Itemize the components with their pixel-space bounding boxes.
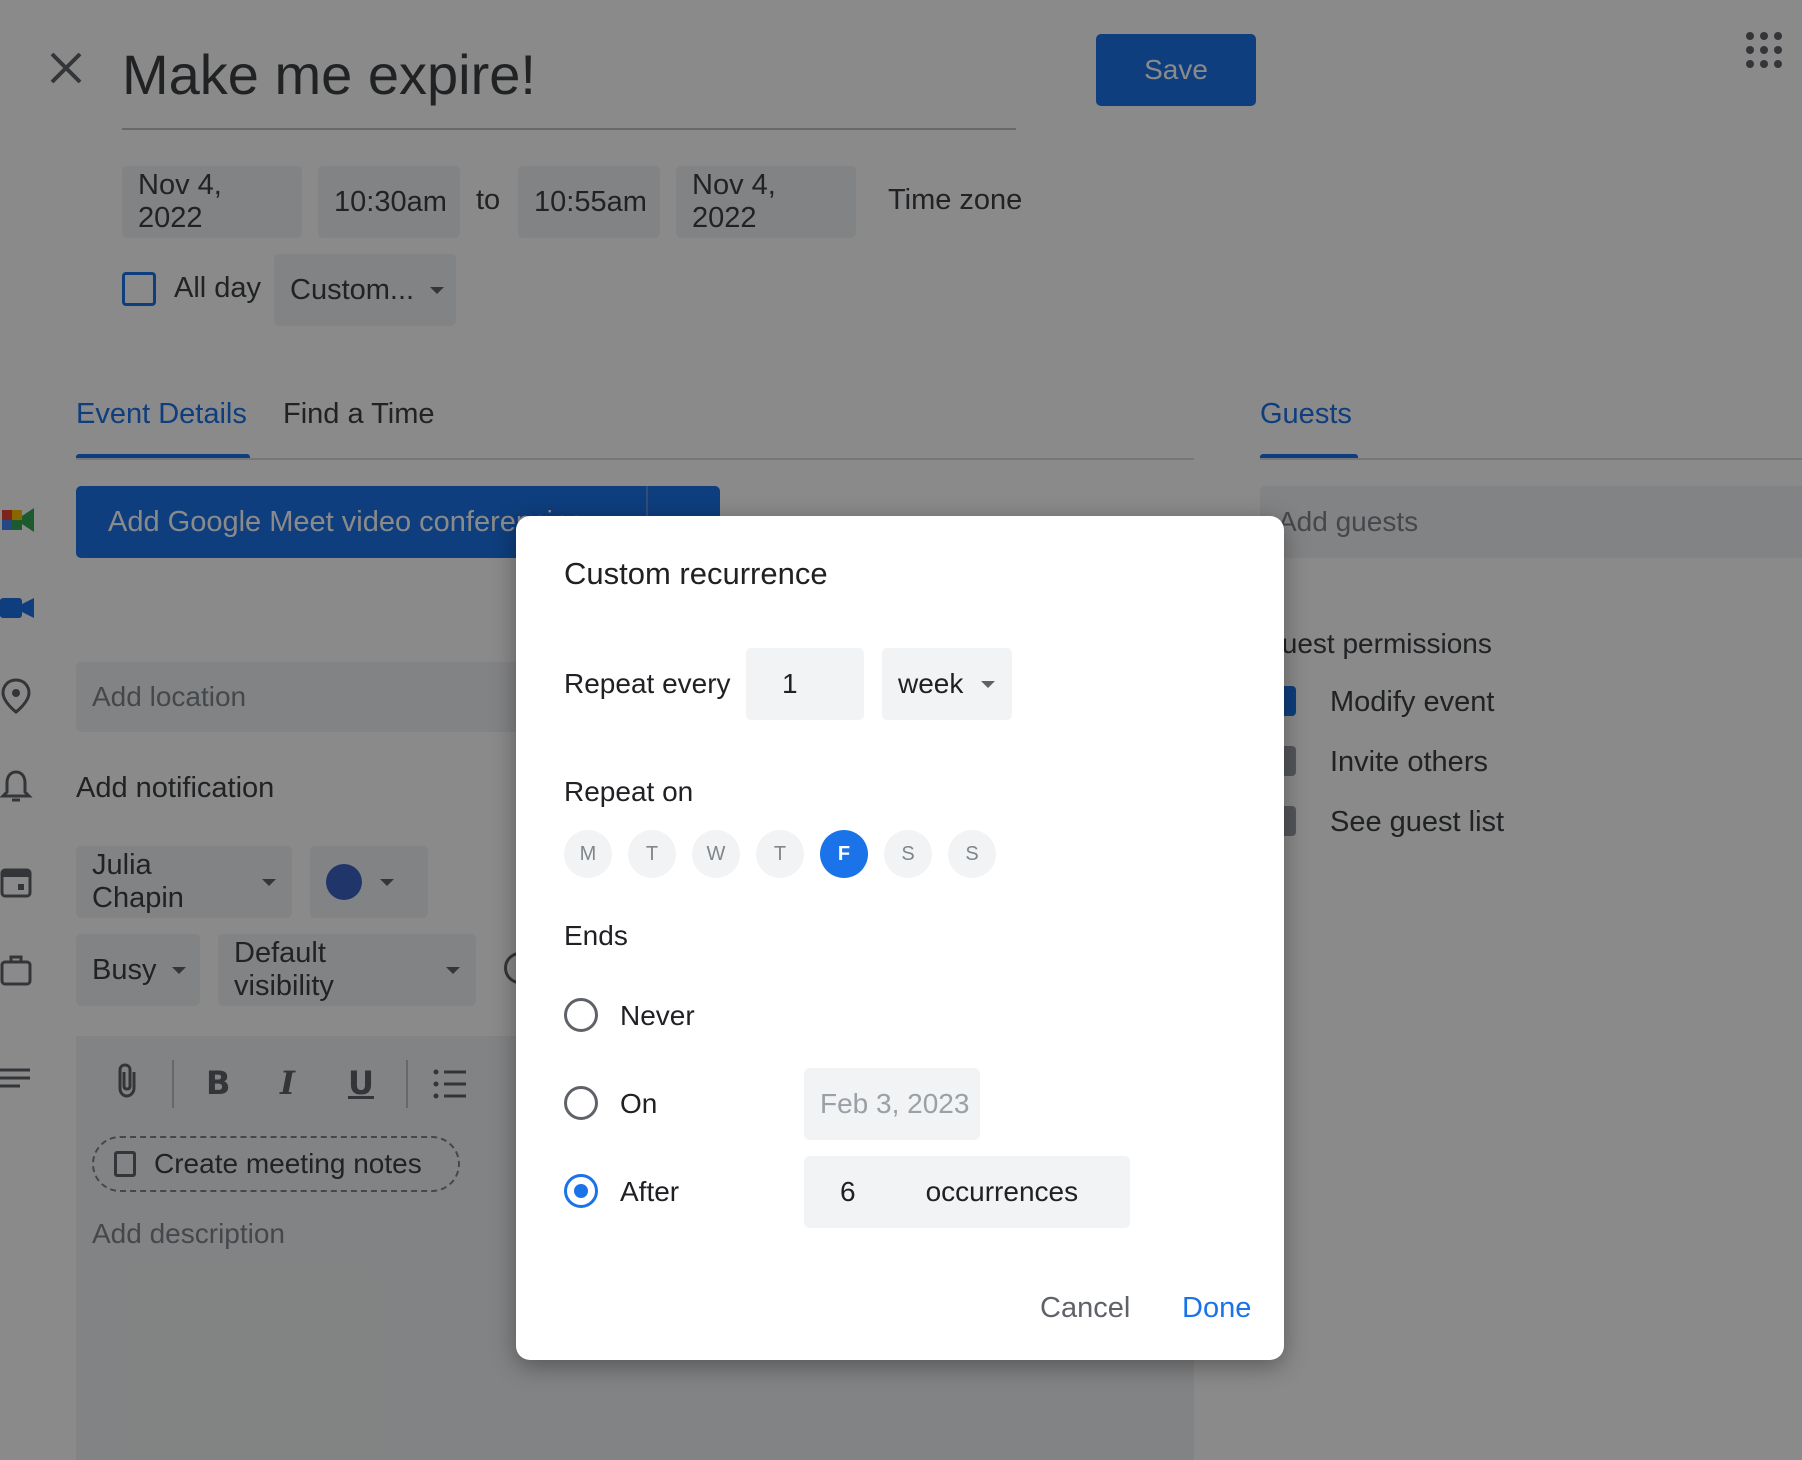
- ends-on-radio[interactable]: [564, 1086, 598, 1120]
- day-tuesday[interactable]: T: [628, 830, 676, 878]
- ends-after-label: After: [620, 1176, 680, 1207]
- repeat-interval-input[interactable]: 1: [746, 648, 864, 720]
- day-sunday[interactable]: S: [948, 830, 996, 878]
- ends-after-radio[interactable]: [564, 1174, 598, 1208]
- ends-never-label: Never: [620, 1000, 695, 1031]
- day-friday[interactable]: F: [820, 830, 868, 878]
- custom-recurrence-dialog: Custom recurrence Repeat every 1 week Re…: [516, 516, 1284, 1360]
- day-wednesday[interactable]: W: [692, 830, 740, 878]
- occurrences-input[interactable]: 6 occurrences: [804, 1156, 1130, 1228]
- repeat-every-label: Repeat every: [564, 668, 731, 699]
- day-saturday[interactable]: S: [884, 830, 932, 878]
- occurrences-label: occurrences: [925, 1176, 1079, 1207]
- occurrences-count: 6: [840, 1176, 856, 1207]
- repeat-on-label: Repeat on: [564, 776, 694, 807]
- radio-selected-dot: [574, 1184, 588, 1198]
- day-thursday[interactable]: T: [756, 830, 804, 878]
- done-button[interactable]: Done: [1182, 1292, 1251, 1325]
- chevron-down-icon: [981, 680, 996, 688]
- ends-label: Ends: [564, 920, 628, 951]
- weekday-selector: M T W T F S S: [564, 830, 996, 878]
- ends-on-date-input[interactable]: Feb 3, 2023: [804, 1068, 980, 1140]
- dialog-title: Custom recurrence: [564, 556, 828, 591]
- repeat-unit-select[interactable]: week: [882, 648, 1012, 720]
- day-monday[interactable]: M: [564, 830, 612, 878]
- ends-never-radio[interactable]: [564, 998, 598, 1032]
- cancel-button[interactable]: Cancel: [1040, 1292, 1130, 1325]
- ends-on-label: On: [620, 1088, 658, 1119]
- repeat-unit-value: week: [898, 668, 964, 699]
